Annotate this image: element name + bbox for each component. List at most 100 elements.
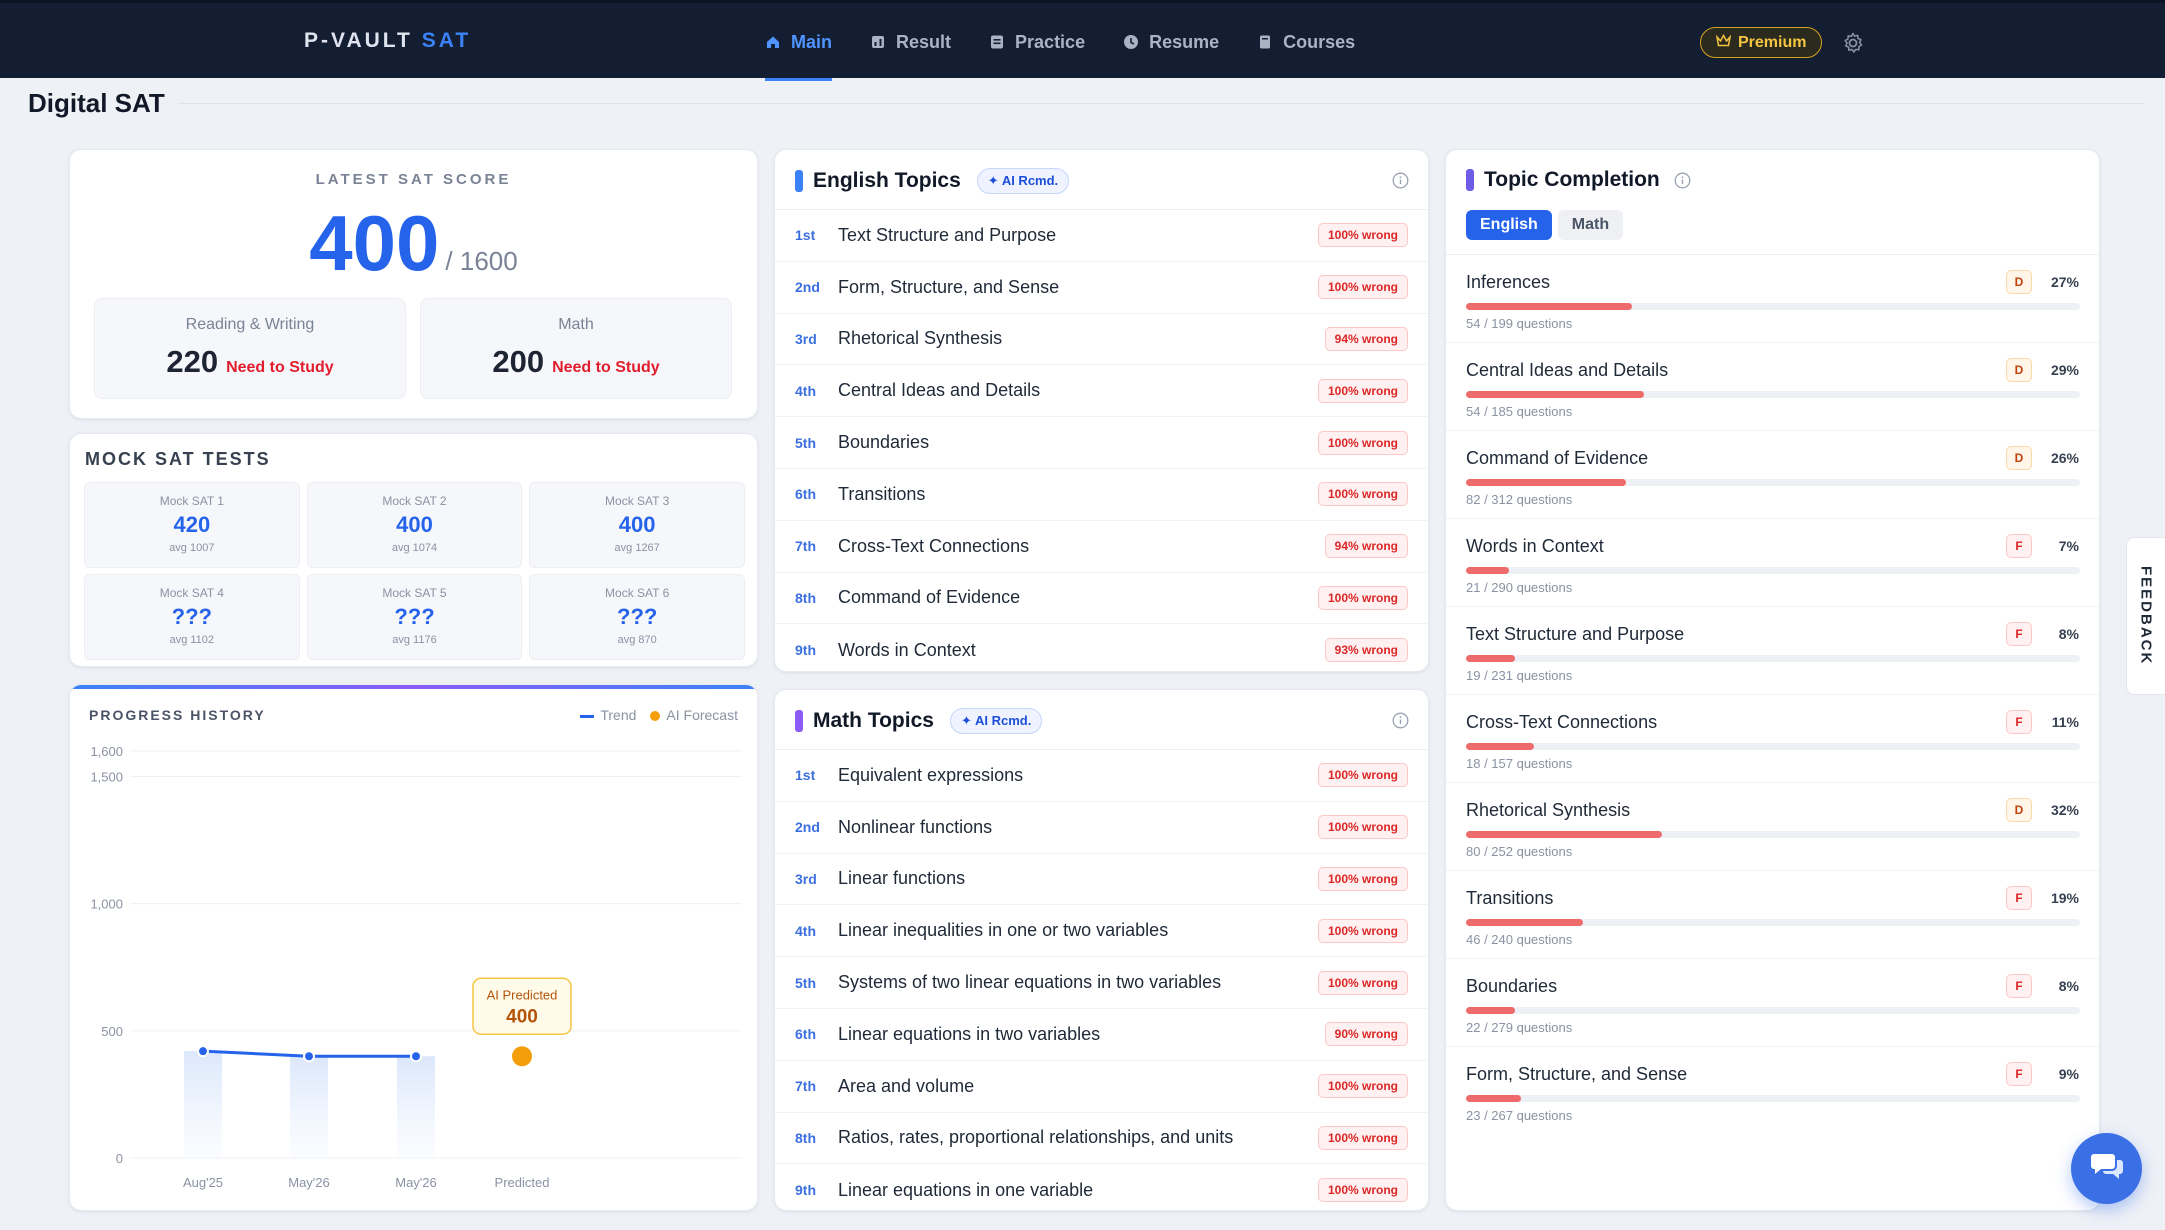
y-tick-label: 1,000 bbox=[90, 897, 123, 912]
trend-point bbox=[197, 1045, 209, 1058]
nav-menu: Main Result Practice Resume Courses bbox=[765, 3, 1355, 81]
y-tick-label: 1,600 bbox=[90, 744, 123, 759]
x-tick-label: May'26 bbox=[395, 1175, 437, 1190]
topic-row[interactable]: 2nd Form, Structure, and Sense 100% wrong bbox=[775, 262, 1428, 314]
completion-row[interactable]: Words in Context F 7% 21 / 290 questions bbox=[1446, 519, 2099, 607]
completion-row[interactable]: Transitions F 19% 46 / 240 questions bbox=[1446, 871, 2099, 959]
math-topics-card: Math Topics ✦ AI Rcmd. 1st Equivalent exp… bbox=[774, 689, 1429, 1211]
mock-test-tile[interactable]: Mock SAT 1 420 avg 1007 bbox=[84, 482, 300, 568]
mock-test-tile[interactable]: Mock SAT 6??? avg 870 bbox=[529, 574, 745, 660]
mock-test-tile[interactable]: Mock SAT 5??? avg 1176 bbox=[306, 574, 523, 660]
completion-bar bbox=[1466, 831, 1663, 838]
chat-button[interactable] bbox=[2071, 1133, 2142, 1204]
math-topic-list: 1st Equivalent expressions 100% wrong 2nd N… bbox=[775, 750, 1428, 1216]
app-logo[interactable]: P-VAULT SAT bbox=[304, 29, 471, 53]
crown-icon bbox=[1715, 33, 1732, 52]
completion-row[interactable]: Inferences D 27% 54 / 199 questions bbox=[1446, 255, 2099, 343]
topic-completion-title: Topic Completion bbox=[1484, 168, 1660, 191]
grade-badge: F bbox=[2006, 710, 2032, 734]
completion-row[interactable]: Central Ideas and Details D 29% 54 / 185 qu… bbox=[1446, 343, 2099, 431]
topic-row[interactable]: 5th Systems of two linear equations in tw… bbox=[775, 957, 1428, 1009]
questions-count: 54 / 199 questions bbox=[1466, 316, 1573, 331]
math-topics-title: Math Topics bbox=[813, 709, 934, 732]
completion-row[interactable]: Command of Evidence D 26% 82 / 312 question… bbox=[1446, 431, 2099, 519]
grade-badge: D bbox=[2006, 270, 2032, 294]
completion-percent: 8% bbox=[2058, 626, 2079, 642]
topic-row[interactable]: 9th Linear equations in one variable 100% … bbox=[775, 1164, 1428, 1216]
questions-count: 18 / 157 questions bbox=[1466, 756, 1573, 771]
completion-percent: 27% bbox=[2050, 274, 2079, 290]
title-divider bbox=[178, 103, 2145, 104]
topic-row[interactable]: 7th Cross-Text Connections 94% wrong bbox=[775, 521, 1428, 573]
completion-row[interactable]: Form, Structure, and Sense F 9% 23 / 267 qu… bbox=[1446, 1047, 2099, 1135]
rw-score: 220 bbox=[166, 344, 219, 379]
topic-row[interactable]: 1st Text Structure and Purpose 100% wrong bbox=[775, 210, 1428, 262]
topic-row[interactable]: 1st Equivalent expressions 100% wrong bbox=[775, 750, 1428, 802]
settings-gear-icon[interactable] bbox=[1841, 31, 1865, 55]
completion-track bbox=[1466, 1007, 2080, 1014]
completion-percent: 9% bbox=[2058, 1066, 2079, 1082]
topic-row[interactable]: 3rd Linear functions 100% wrong bbox=[775, 854, 1428, 906]
topic-row[interactable]: 3rd Rhetorical Synthesis 94% wrong bbox=[775, 314, 1428, 366]
y-tick-label: 1,500 bbox=[90, 769, 123, 784]
info-icon[interactable] bbox=[1674, 172, 1691, 189]
nav-item-courses[interactable]: Courses bbox=[1257, 3, 1355, 81]
feedback-tab[interactable]: FEEDBACK bbox=[2126, 537, 2165, 695]
questions-count: 21 / 290 questions bbox=[1466, 580, 1573, 595]
info-icon[interactable] bbox=[1392, 712, 1409, 729]
top-navbar: P-VAULT SAT Main Result Practice Resume … bbox=[0, 0, 2165, 81]
wrong-rate-badge: 100% wrong bbox=[1317, 763, 1408, 788]
completion-topic-name: Inferences bbox=[1466, 272, 1551, 292]
grade-badge: F bbox=[2006, 886, 2032, 910]
topic-row[interactable]: 7th Area and volume 100% wrong bbox=[775, 1061, 1428, 1113]
math-score: 200 bbox=[492, 344, 545, 379]
topic-row[interactable]: 8th Ratios, rates, proportional relations… bbox=[775, 1113, 1428, 1165]
nav-item-result[interactable]: Result bbox=[870, 3, 951, 81]
trend-point bbox=[303, 1050, 315, 1063]
completion-track bbox=[1466, 743, 2080, 750]
topic-row[interactable]: 2nd Nonlinear functions 100% wrong bbox=[775, 802, 1428, 854]
topic-row[interactable]: 9th Words in Context 93% wrong bbox=[775, 624, 1428, 676]
completion-row[interactable]: Rhetorical Synthesis D 32% 80 / 252 questio… bbox=[1446, 783, 2099, 871]
mock-test-tile[interactable]: Mock SAT 4??? avg 1102 bbox=[84, 574, 300, 660]
x-tick-label: May'26 bbox=[288, 1175, 330, 1190]
english-accent-bar bbox=[795, 170, 803, 192]
tab-english[interactable]: English bbox=[1466, 210, 1552, 240]
wrong-rate-badge: 90% wrong bbox=[1324, 1022, 1408, 1047]
completion-topic-name: Form, Structure, and Sense bbox=[1466, 1064, 1688, 1084]
wrong-rate-badge: 100% wrong bbox=[1317, 866, 1408, 891]
mock-test-tile[interactable]: Mock SAT 2 400 avg 1074 bbox=[306, 482, 523, 568]
ai-recommended-badge[interactable]: ✦ AI Rcmd. bbox=[949, 708, 1043, 734]
clock-icon bbox=[1123, 34, 1139, 50]
topic-row[interactable]: 8th Command of Evidence 100% wrong bbox=[775, 573, 1428, 625]
nav-item-resume[interactable]: Resume bbox=[1123, 3, 1219, 81]
mock-test-tile[interactable]: Mock SAT 3 400 avg 1267 bbox=[529, 482, 745, 568]
questions-count: 54 / 185 questions bbox=[1466, 404, 1573, 419]
wrong-rate-badge: 100% wrong bbox=[1317, 1178, 1408, 1203]
topic-row[interactable]: 4th Linear inequalities in one or two var… bbox=[775, 905, 1428, 958]
ai-recommended-badge[interactable]: ✦ AI Rcmd. bbox=[976, 168, 1070, 194]
completion-row[interactable]: Text Structure and Purpose F 8% 19 / 231 qu… bbox=[1446, 607, 2099, 695]
math-label: Math bbox=[558, 316, 594, 333]
info-icon[interactable] bbox=[1392, 172, 1409, 189]
premium-button[interactable]: Premium bbox=[1700, 27, 1823, 58]
latest-score-value: 400 bbox=[309, 199, 440, 287]
topic-row[interactable]: 6th Linear equations in two variables 90% … bbox=[775, 1009, 1428, 1061]
topic-row[interactable]: 4th Central Ideas and Details 100% wrong bbox=[775, 365, 1428, 418]
math-accent-bar bbox=[795, 710, 803, 732]
completion-percent: 8% bbox=[2058, 978, 2079, 994]
topic-row[interactable]: 6th Transitions 100% wrong bbox=[775, 469, 1428, 521]
nav-item-practice[interactable]: Practice bbox=[989, 3, 1085, 81]
topic-row[interactable]: 5th Boundaries 100% wrong bbox=[775, 417, 1428, 469]
completion-track bbox=[1466, 919, 2080, 926]
completion-topic-name: Transitions bbox=[1466, 888, 1554, 908]
wrong-rate-badge: 100% wrong bbox=[1317, 482, 1408, 507]
completion-topic-name: Command of Evidence bbox=[1466, 448, 1649, 468]
completion-row[interactable]: Boundaries F 8% 22 / 279 questions bbox=[1446, 959, 2099, 1047]
wrong-rate-badge: 100% wrong bbox=[1317, 223, 1408, 248]
nav-item-main[interactable]: Main bbox=[765, 3, 833, 81]
completion-row[interactable]: Cross-Text Connections F 11% 18 / 157 quest… bbox=[1446, 695, 2099, 783]
page-title: Digital SAT bbox=[28, 88, 165, 118]
completion-bar bbox=[1466, 303, 1632, 310]
tab-math[interactable]: Math bbox=[1557, 210, 1624, 240]
